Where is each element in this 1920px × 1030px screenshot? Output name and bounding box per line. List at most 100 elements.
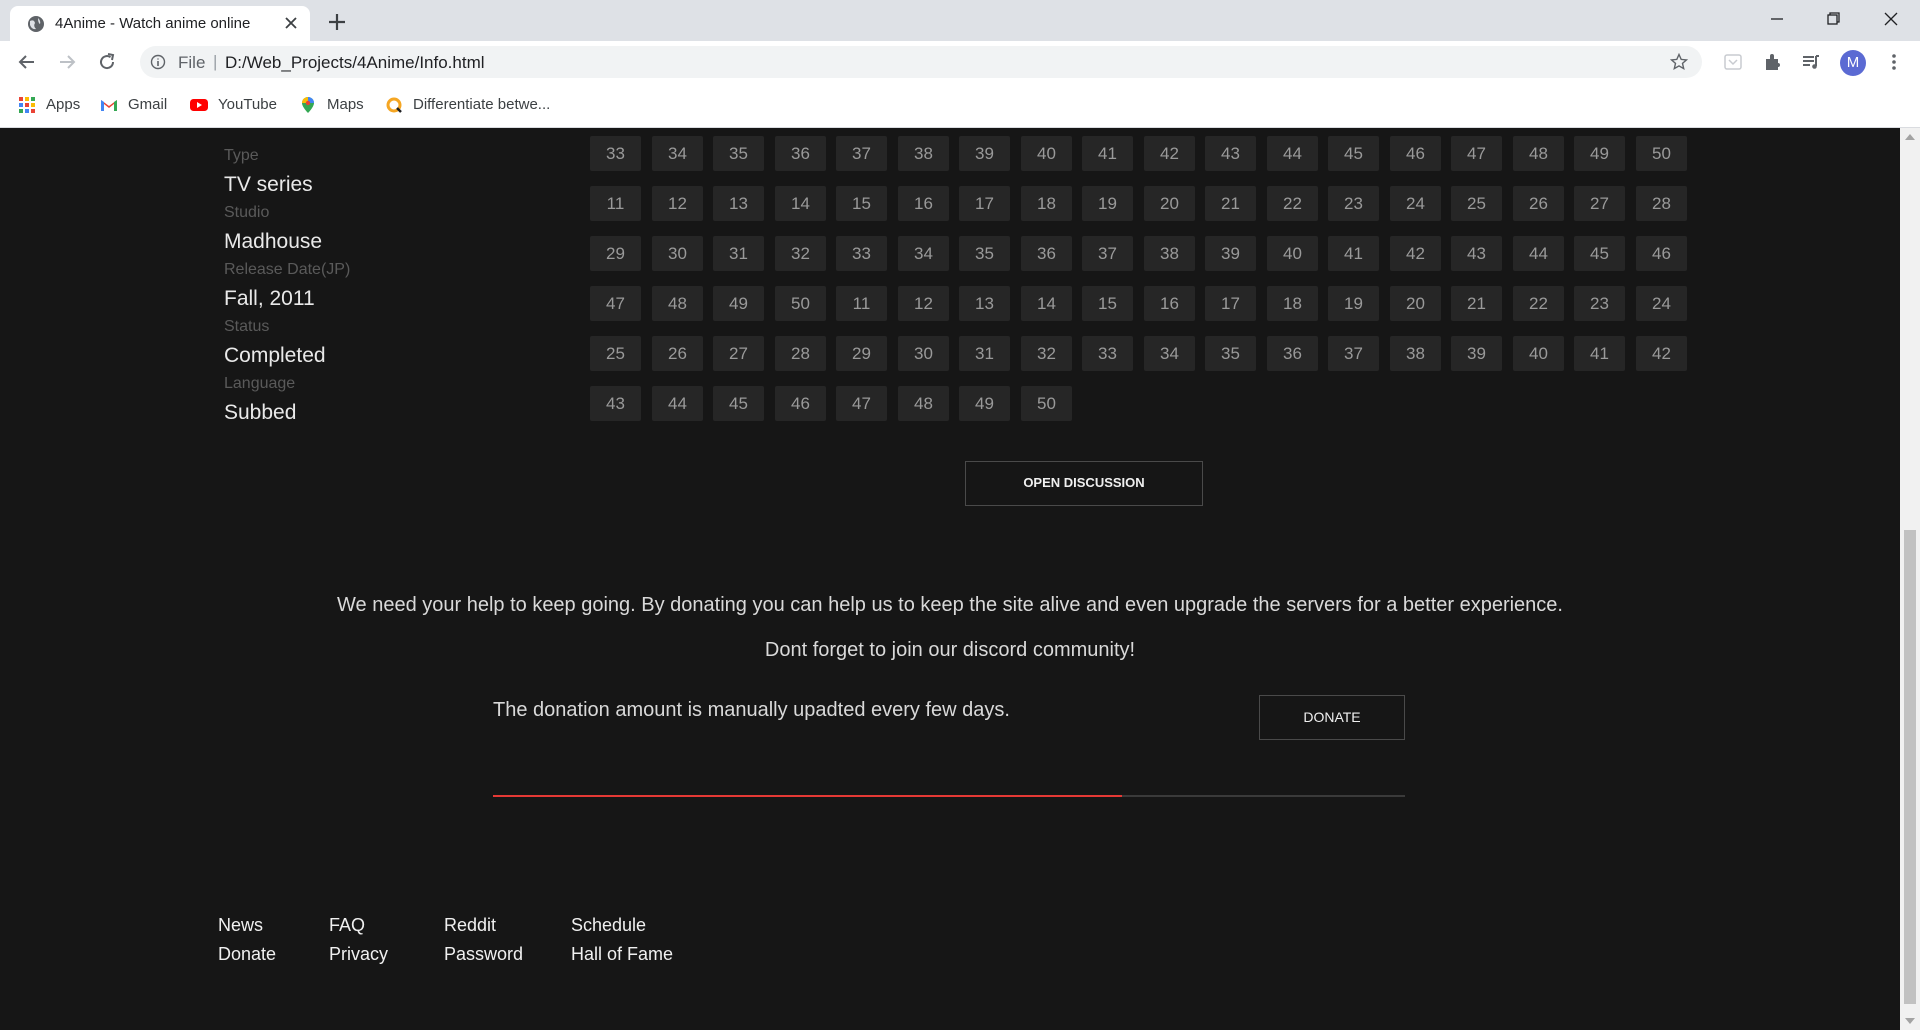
episode-button[interactable]: 45 [713, 386, 764, 421]
episode-button[interactable]: 27 [1574, 186, 1625, 221]
episode-button[interactable]: 41 [1328, 236, 1379, 271]
episode-button[interactable]: 46 [1636, 236, 1687, 271]
scroll-up-arrow-icon[interactable] [1905, 134, 1915, 140]
episode-button[interactable]: 23 [1328, 186, 1379, 221]
new-tab-icon[interactable] [325, 10, 349, 34]
episode-button[interactable]: 50 [775, 286, 826, 321]
episode-button[interactable]: 39 [1205, 236, 1256, 271]
episode-button[interactable]: 27 [713, 336, 764, 371]
scrollbar-thumb[interactable] [1904, 530, 1916, 1004]
episode-button[interactable]: 40 [1513, 336, 1564, 371]
episode-button[interactable]: 34 [652, 136, 703, 171]
episode-button[interactable]: 29 [836, 336, 887, 371]
episode-button[interactable]: 48 [652, 286, 703, 321]
footer-link-password[interactable]: Password [444, 944, 523, 965]
episode-button[interactable]: 33 [1082, 336, 1133, 371]
episode-button[interactable]: 32 [775, 236, 826, 271]
episode-button[interactable]: 43 [590, 386, 641, 421]
episode-button[interactable]: 42 [1636, 336, 1687, 371]
episode-button[interactable]: 35 [1205, 336, 1256, 371]
close-tab-icon[interactable] [282, 14, 300, 32]
episode-button[interactable]: 23 [1574, 286, 1625, 321]
info-icon[interactable] [150, 54, 166, 70]
episode-button[interactable]: 36 [775, 136, 826, 171]
episode-button[interactable]: 41 [1574, 336, 1625, 371]
episode-button[interactable]: 47 [590, 286, 641, 321]
footer-link-donate[interactable]: Donate [218, 944, 276, 965]
episode-button[interactable]: 22 [1513, 286, 1564, 321]
episode-button[interactable]: 21 [1451, 286, 1502, 321]
episode-button[interactable]: 21 [1205, 186, 1256, 221]
close-window-icon[interactable] [1878, 8, 1904, 30]
episode-button[interactable]: 34 [1144, 336, 1195, 371]
episode-button[interactable]: 41 [1082, 136, 1133, 171]
episode-button[interactable]: 50 [1636, 136, 1687, 171]
back-icon[interactable] [15, 50, 39, 74]
episode-button[interactable]: 26 [652, 336, 703, 371]
address-bar[interactable]: File | D:/Web_Projects/4Anime/Info.html [140, 46, 1702, 78]
episode-button[interactable]: 29 [590, 236, 641, 271]
episode-button[interactable]: 17 [1205, 286, 1256, 321]
episode-button[interactable]: 49 [1574, 136, 1625, 171]
episode-button[interactable]: 40 [1267, 236, 1318, 271]
episode-button[interactable]: 47 [836, 386, 887, 421]
episode-button[interactable]: 25 [590, 336, 641, 371]
episode-button[interactable]: 13 [959, 286, 1010, 321]
episode-button[interactable]: 32 [1021, 336, 1072, 371]
restore-icon[interactable] [1820, 8, 1846, 30]
open-discussion-button[interactable]: OPEN DISCUSSION [965, 461, 1203, 506]
episode-button[interactable]: 18 [1267, 286, 1318, 321]
episode-button[interactable]: 15 [836, 186, 887, 221]
episode-button[interactable]: 31 [959, 336, 1010, 371]
episode-button[interactable]: 48 [898, 386, 949, 421]
episode-button[interactable]: 46 [1390, 136, 1441, 171]
episode-button[interactable]: 16 [1144, 286, 1195, 321]
media-control-icon[interactable] [1800, 51, 1822, 73]
episode-button[interactable]: 39 [1451, 336, 1502, 371]
menu-kebab-icon[interactable] [1883, 51, 1905, 73]
episode-button[interactable]: 48 [1513, 136, 1564, 171]
episode-button[interactable]: 35 [713, 136, 764, 171]
episode-button[interactable]: 45 [1328, 136, 1379, 171]
pocket-extension-icon[interactable] [1722, 51, 1744, 73]
profile-avatar[interactable]: M [1840, 50, 1866, 76]
episode-button[interactable]: 49 [959, 386, 1010, 421]
episode-button[interactable]: 12 [898, 286, 949, 321]
episode-button[interactable]: 22 [1267, 186, 1318, 221]
episode-button[interactable]: 37 [836, 136, 887, 171]
episode-button[interactable]: 38 [898, 136, 949, 171]
episode-button[interactable]: 37 [1082, 236, 1133, 271]
episode-button[interactable]: 35 [959, 236, 1010, 271]
episode-button[interactable]: 42 [1144, 136, 1195, 171]
episode-button[interactable]: 28 [775, 336, 826, 371]
url-text[interactable]: D:/Web_Projects/4Anime/Info.html [225, 53, 485, 73]
episode-button[interactable]: 15 [1082, 286, 1133, 321]
episode-button[interactable]: 20 [1390, 286, 1441, 321]
episode-button[interactable]: 42 [1390, 236, 1441, 271]
episode-button[interactable]: 34 [898, 236, 949, 271]
bookmark-star-icon[interactable] [1670, 53, 1688, 71]
episode-button[interactable]: 44 [1513, 236, 1564, 271]
episode-button[interactable]: 12 [652, 186, 703, 221]
episode-button[interactable]: 24 [1390, 186, 1441, 221]
episode-button[interactable]: 26 [1513, 186, 1564, 221]
episode-button[interactable]: 11 [836, 286, 887, 321]
episode-button[interactable]: 25 [1451, 186, 1502, 221]
episode-button[interactable]: 14 [775, 186, 826, 221]
episode-button[interactable]: 13 [713, 186, 764, 221]
episode-button[interactable]: 36 [1021, 236, 1072, 271]
episode-button[interactable]: 14 [1021, 286, 1072, 321]
episode-button[interactable]: 19 [1082, 186, 1133, 221]
episode-button[interactable]: 37 [1328, 336, 1379, 371]
episode-button[interactable]: 18 [1021, 186, 1072, 221]
episode-button[interactable]: 33 [590, 136, 641, 171]
episode-button[interactable]: 44 [652, 386, 703, 421]
episode-button[interactable]: 17 [959, 186, 1010, 221]
browser-tab[interactable]: 4Anime - Watch anime online [10, 6, 310, 41]
episode-button[interactable]: 36 [1267, 336, 1318, 371]
episode-button[interactable]: 47 [1451, 136, 1502, 171]
episode-button[interactable]: 39 [959, 136, 1010, 171]
footer-link-privacy[interactable]: Privacy [329, 944, 388, 965]
episode-button[interactable]: 19 [1328, 286, 1379, 321]
episode-button[interactable]: 20 [1144, 186, 1195, 221]
